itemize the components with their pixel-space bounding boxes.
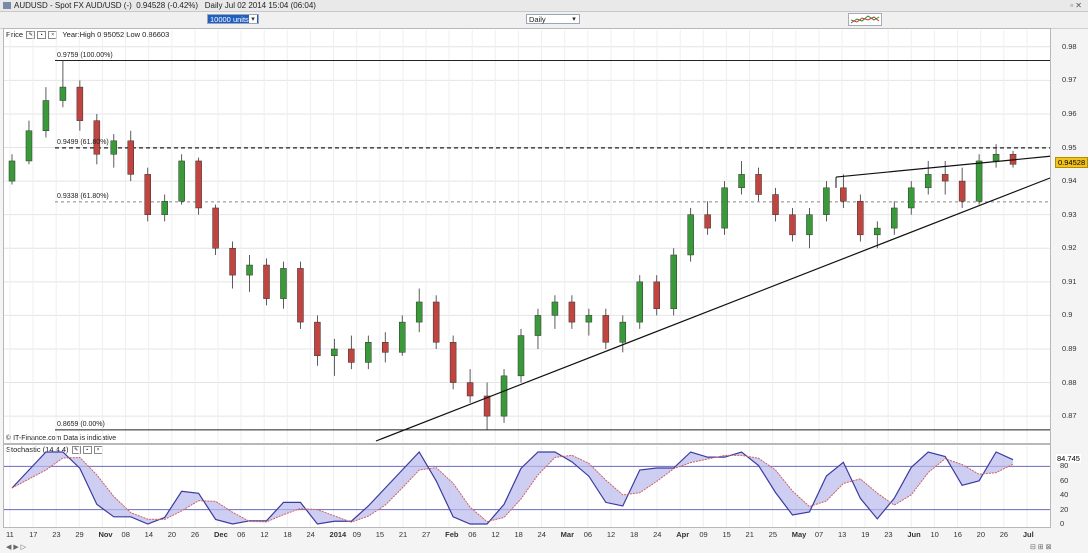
edit-icon[interactable]: ✎: [71, 446, 81, 455]
x-axis-label: 20: [167, 530, 177, 539]
x-axis-label: 19: [861, 530, 870, 539]
fib-level-label: 0.9338 (61.80%): [57, 192, 109, 200]
stoch-value-tag: 84.745: [1056, 453, 1081, 463]
x-axis-label: Jun: [907, 530, 921, 539]
zoom-controls-icon[interactable]: ⊟ ⊞ ⊠: [1030, 543, 1052, 551]
x-axis-label: Feb: [445, 530, 459, 539]
stoch-axis-label: 60: [1060, 475, 1069, 485]
x-axis-label: 24: [537, 530, 546, 539]
x-axis-label: 17: [29, 530, 38, 539]
fib-level-label: 0.8659 (0.00%): [57, 420, 105, 428]
price-axis-label: 0.94: [1062, 176, 1077, 186]
price-axis-label: 0.96: [1062, 108, 1077, 118]
price-status: 0.94528 (-0.42%): [136, 1, 199, 10]
chart-type-icon: [850, 15, 880, 24]
stoch-axis-label: 40: [1060, 490, 1069, 500]
x-axis-label: 24: [653, 530, 662, 539]
price-axis-label: 0.95: [1062, 142, 1077, 152]
year-high-low: Year:High 0.95052 Low 0.86603: [62, 30, 170, 39]
x-axis-label: 21: [398, 530, 408, 539]
x-axis-label: 06: [468, 530, 477, 539]
units-dropdown[interactable]: 10000 units ▾: [207, 14, 259, 24]
stoch-axis-label: 0: [1060, 519, 1065, 528]
price-axis-label: 0.98: [1062, 41, 1077, 51]
window-controls-icon[interactable]: ▫ ✕: [1070, 1, 1082, 10]
price-axis-label: 0.91: [1062, 276, 1077, 286]
x-axis-label: 18: [283, 530, 292, 539]
x-axis-label: 11: [6, 530, 14, 539]
window-title: AUDUSD - Spot FX AUD/USD (-) 0.94528 (-0…: [14, 1, 316, 10]
x-axis-label: 2014: [329, 530, 347, 539]
price-axis-label: 0.9: [1062, 310, 1073, 320]
x-axis-label: 06: [237, 530, 246, 539]
x-axis-label: 18: [630, 530, 639, 539]
x-axis-label: 09: [352, 530, 361, 539]
instrument-title: AUDUSD - Spot FX AUD/USD (-): [14, 1, 132, 10]
x-axis-label: 20: [976, 530, 985, 539]
price-axis-label: 0.87: [1062, 411, 1077, 421]
price-axis-label: 0.93: [1062, 209, 1077, 219]
price-axis-label: 0.88: [1062, 377, 1077, 387]
stochastic-header: Stochastic (14 4 4) ✎ ▪ ×: [6, 445, 104, 455]
x-axis-label: 26: [999, 530, 1009, 539]
app-icon: [3, 2, 11, 9]
x-axis-label: 09: [699, 530, 708, 539]
x-axis-label: Apr: [676, 530, 690, 539]
chevron-down-icon[interactable]: ▾: [249, 15, 257, 23]
footer-scroll-controls[interactable]: ◀ ▶ ▷: [6, 543, 26, 551]
x-axis-label: 29: [75, 530, 84, 539]
x-axis-label: 16: [953, 530, 962, 539]
x-axis-label: Jul: [1022, 530, 1034, 539]
x-axis-label: 14: [144, 530, 153, 539]
stochastic-panel[interactable]: [3, 444, 1051, 528]
x-axis-label: 18: [514, 530, 523, 539]
x-axis-label: 15: [722, 530, 731, 539]
price-panel[interactable]: [3, 28, 1051, 444]
x-axis-label: 06: [583, 530, 593, 539]
x-axis-label: Nov: [98, 530, 113, 539]
price-panel-header: Price ✎ ▪ × Year:High 0.95052 Low 0.86603: [6, 30, 170, 40]
x-axis-label: 21: [745, 530, 754, 539]
price-axis-label: 0.89: [1062, 343, 1077, 353]
period-dropdown[interactable]: Daily ▾: [526, 14, 580, 24]
close-icon[interactable]: ×: [93, 446, 103, 455]
x-axis-label: May: [791, 530, 807, 539]
x-axis-label: 23: [884, 530, 893, 539]
x-axis-label: 12: [491, 530, 500, 539]
x-axis-label: 27: [422, 530, 431, 539]
x-axis-label: 10: [930, 530, 939, 539]
price-label: Price: [6, 30, 24, 39]
credit-text: © IT-Finance.com Data is indicative: [6, 435, 117, 442]
price-axis-label: 0.92: [1062, 243, 1077, 253]
x-axis-label: Dec: [214, 530, 228, 539]
date-info: Daily Jul 02 2014 15:04 (06:04): [204, 1, 316, 10]
x-axis-label: 12: [260, 530, 269, 539]
x-axis-label: 23: [52, 530, 61, 539]
x-axis-label: 12: [606, 530, 616, 539]
period-value: Daily: [529, 15, 546, 24]
last-price-tag: 0.94528: [1055, 157, 1088, 169]
x-axis-label: 24: [306, 530, 315, 539]
x-axis-label: Mar: [560, 530, 574, 539]
fib-level-label: 0.9759 (100.00%): [57, 51, 113, 59]
x-axis-label: 15: [375, 530, 385, 539]
price-axis-label: 0.97: [1062, 75, 1077, 85]
fib-level-label: 0.9499 (61.80%): [57, 138, 109, 146]
toolbar: 10000 units ▾ Daily ▾: [0, 12, 1088, 29]
x-axis-label: 08: [121, 530, 130, 539]
stoch-axis-label: 20: [1060, 504, 1069, 514]
window-titlebar: AUDUSD - Spot FX AUD/USD (-) 0.94528 (-0…: [0, 0, 1088, 12]
edit-icon[interactable]: ✎: [26, 31, 36, 40]
units-value: 10000 units: [210, 15, 249, 24]
chart-type-button[interactable]: [848, 13, 882, 26]
stochastic-label: Stochastic (14 4 4): [6, 445, 69, 454]
x-axis-label: 26: [190, 530, 200, 539]
settings-icon[interactable]: ▪: [82, 446, 92, 455]
x-axis-label: 13: [838, 530, 847, 539]
chevron-down-icon[interactable]: ▾: [570, 15, 578, 23]
x-axis-label: 07: [814, 530, 824, 539]
close-icon[interactable]: ×: [48, 31, 58, 40]
settings-icon[interactable]: ▪: [37, 31, 47, 40]
x-axis-label: 25: [768, 530, 777, 539]
